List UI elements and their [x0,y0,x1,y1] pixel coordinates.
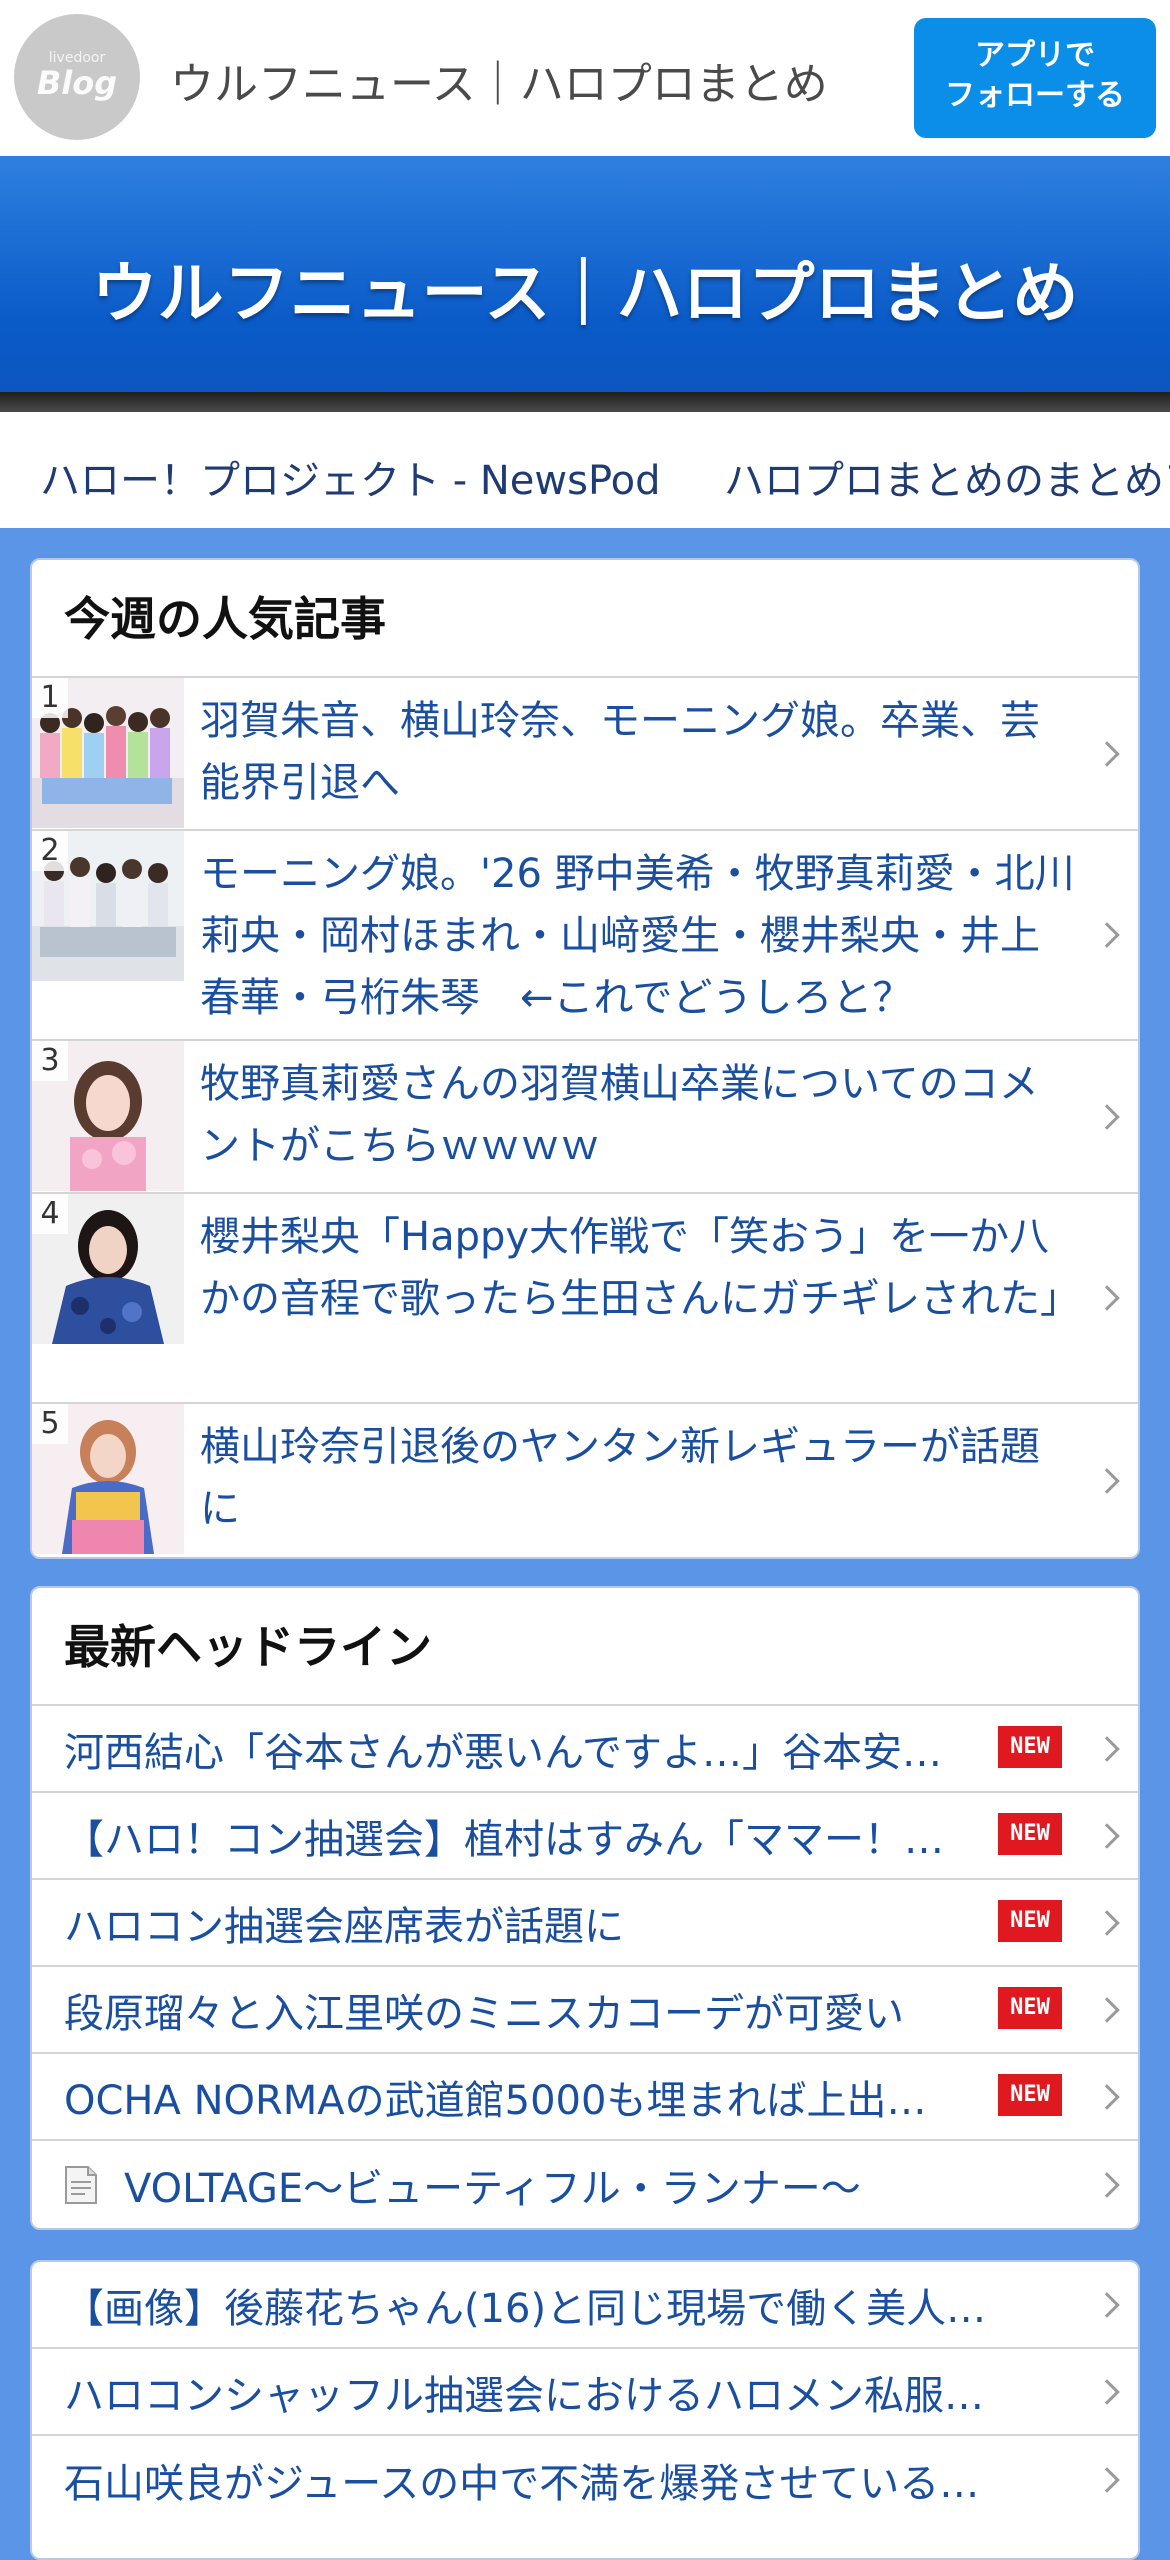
article-link-item[interactable]: 石山咲良がジュースの中で不満を爆発させている… [32,2436,1138,2523]
rank-number: 3 [32,1041,68,1081]
headline-title[interactable]: VOLTAGE～ビューティフル・ランナー～ [124,2156,861,2214]
chevron-right-icon [1094,2466,1120,2493]
new-badge: NEW [998,2074,1062,2116]
headline-title[interactable]: 段原瑠々と入江里咲のミニスカコーデが可愛い [64,1981,904,2039]
chevron-right-icon [1094,2083,1120,2110]
chevron-right-icon [1094,1103,1120,1130]
article-link-item[interactable]: 【画像】後藤花ちゃん(16)と同じ現場で働く美人… [32,2262,1138,2349]
new-badge: NEW [998,1813,1062,1855]
livedoor-blog-logo[interactable]: livedoor Blog [14,14,140,140]
new-badge: NEW [998,1726,1062,1768]
link-strip[interactable]: ハロー！プロジェクト - NewsPod ハロプロまとめのまとめア [0,412,1170,528]
chevron-right-icon [1094,922,1120,948]
chevron-right-icon [1094,1822,1120,1849]
ranking-item[interactable]: 2 モーニング娘。'26 野中美希・牧野真莉愛・北川莉央・岡村ほまれ・山﨑愛生・… [32,831,1138,1041]
blog-header-banner[interactable]: ウルフニュース｜ハロプロまとめ [0,156,1170,392]
ranking-item[interactable]: 5 横山玲奈引退後のヤンタン新レギュラーが話題に [32,1404,1138,1557]
new-badge: NEW [998,1987,1062,2029]
chevron-right-icon [1094,740,1120,767]
headlines-heading: 最新ヘッドライン [32,1588,1138,1706]
article-link-title[interactable]: 石山咲良がジュースの中で不満を爆発させている… [64,2451,979,2509]
article-link-title[interactable]: 【画像】後藤花ちゃん(16)と同じ現場で働く美人… [64,2276,986,2334]
top-bar: livedoor Blog ウルフニュース｜ハロプロまとめ アプリで フォローす… [0,0,1170,156]
headline-title[interactable]: OCHA NORMAの武道館5000も埋まれば上出… [64,2068,926,2126]
latest-headlines-card: 最新ヘッドライン 河西結心「谷本さんが悪いんですよ…」谷本安… NEW 【ハロ！… [30,1586,1140,2230]
chevron-right-icon [1094,2171,1120,2198]
headline-title[interactable]: 【ハロ！コン抽選会】植村はすみん「ママー！… [64,1807,944,1865]
ranking-item[interactable]: 3 牧野真莉愛さんの羽賀横山卒業についてのコメントがこちらｗｗｗｗ [32,1041,1138,1194]
chevron-right-icon [1094,1467,1120,1494]
ranking-item[interactable]: 1 羽賀朱音、横山玲奈、モーニング娘。卒業、芸能界引退へ [32,678,1138,831]
article-link-item[interactable]: ハロコンシャッフル抽選会におけるハロメン私服… [32,2349,1138,2436]
follow-in-app-button[interactable]: アプリで フォローする [914,18,1156,138]
ranking-item[interactable]: 4 櫻井梨央「Happy大作戦で「笑おう」を一か八かの音程で歌ったら生田さんにガ… [32,1194,1138,1404]
headline-item[interactable]: VOLTAGE～ビューティフル・ランナー～ [32,2141,1138,2228]
ranking-title[interactable]: 横山玲奈引退後のヤンタン新レギュラーが話題に [200,1404,1078,1554]
rank-number: 4 [32,1194,68,1234]
follow-button-line2: フォローする [945,78,1125,113]
headline-item[interactable]: 段原瑠々と入江里咲のミニスカコーデが可愛い NEW [32,1967,1138,2054]
more-articles-card: 【画像】後藤花ちゃん(16)と同じ現場で働く美人… ハロコンシャッフル抽選会にお… [30,2260,1140,2560]
headline-title[interactable]: ハロコン抽選会座席表が話題に [64,1894,624,1952]
article-link-title[interactable]: ハロコンシャッフル抽選会におけるハロメン私服… [64,2363,984,2421]
header-divider [0,392,1170,412]
headline-item[interactable]: OCHA NORMAの武道館5000も埋まれば上出… NEW [32,2054,1138,2141]
headline-item[interactable]: 河西結心「谷本さんが悪いんですよ…」谷本安… NEW [32,1706,1138,1793]
follow-button-line1: アプリで [975,38,1095,73]
headline-title[interactable]: 河西結心「谷本さんが悪いんですよ…」谷本安… [64,1720,942,1778]
headline-item[interactable]: ハロコン抽選会座席表が話題に NEW [32,1880,1138,1967]
ranking-title[interactable]: モーニング娘。'26 野中美希・牧野真莉愛・北川莉央・岡村ほまれ・山﨑愛生・櫻井… [200,831,1078,1043]
headline-item[interactable]: 【ハロ！コン抽選会】植村はすみん「ママー！… NEW [32,1793,1138,1880]
chevron-right-icon [1094,1996,1120,2023]
blog-name[interactable]: ウルフニュース｜ハロプロまとめ [170,48,828,112]
popular-heading: 今週の人気記事 [32,560,1138,678]
ranking-title[interactable]: 櫻井梨央「Happy大作戦で「笑おう」を一か八かの音程で歌ったら生田さんにガチギ… [200,1194,1080,1344]
ranking-title[interactable]: 羽賀朱音、横山玲奈、モーニング娘。卒業、芸能界引退へ [200,678,1078,828]
rank-number: 5 [32,1404,68,1444]
blog-header-title[interactable]: ウルフニュース｜ハロプロまとめ [0,240,1170,336]
chevron-right-icon [1094,1909,1120,1936]
strip-link-matome[interactable]: ハロプロまとめのまとめア [724,448,1170,506]
strip-link-newspod[interactable]: ハロー！プロジェクト - NewsPod [40,448,661,506]
chevron-right-icon [1094,2378,1120,2405]
chevron-right-icon [1094,1735,1120,1762]
document-icon [65,2165,97,2204]
ranking-title[interactable]: 牧野真莉愛さんの羽賀横山卒業についてのコメントがこちらｗｗｗｗ [200,1041,1078,1191]
chevron-right-icon [1094,2291,1120,2318]
popular-articles-card: 今週の人気記事 1 羽賀朱音、横山玲奈、モーニング娘。卒業、芸能界引退へ 2 モ… [30,558,1140,1559]
new-badge: NEW [998,1900,1062,1942]
rank-number: 2 [32,831,68,871]
logo-big-text: Blog [36,64,118,102]
chevron-right-icon [1094,1285,1120,1311]
rank-number: 1 [32,678,68,718]
